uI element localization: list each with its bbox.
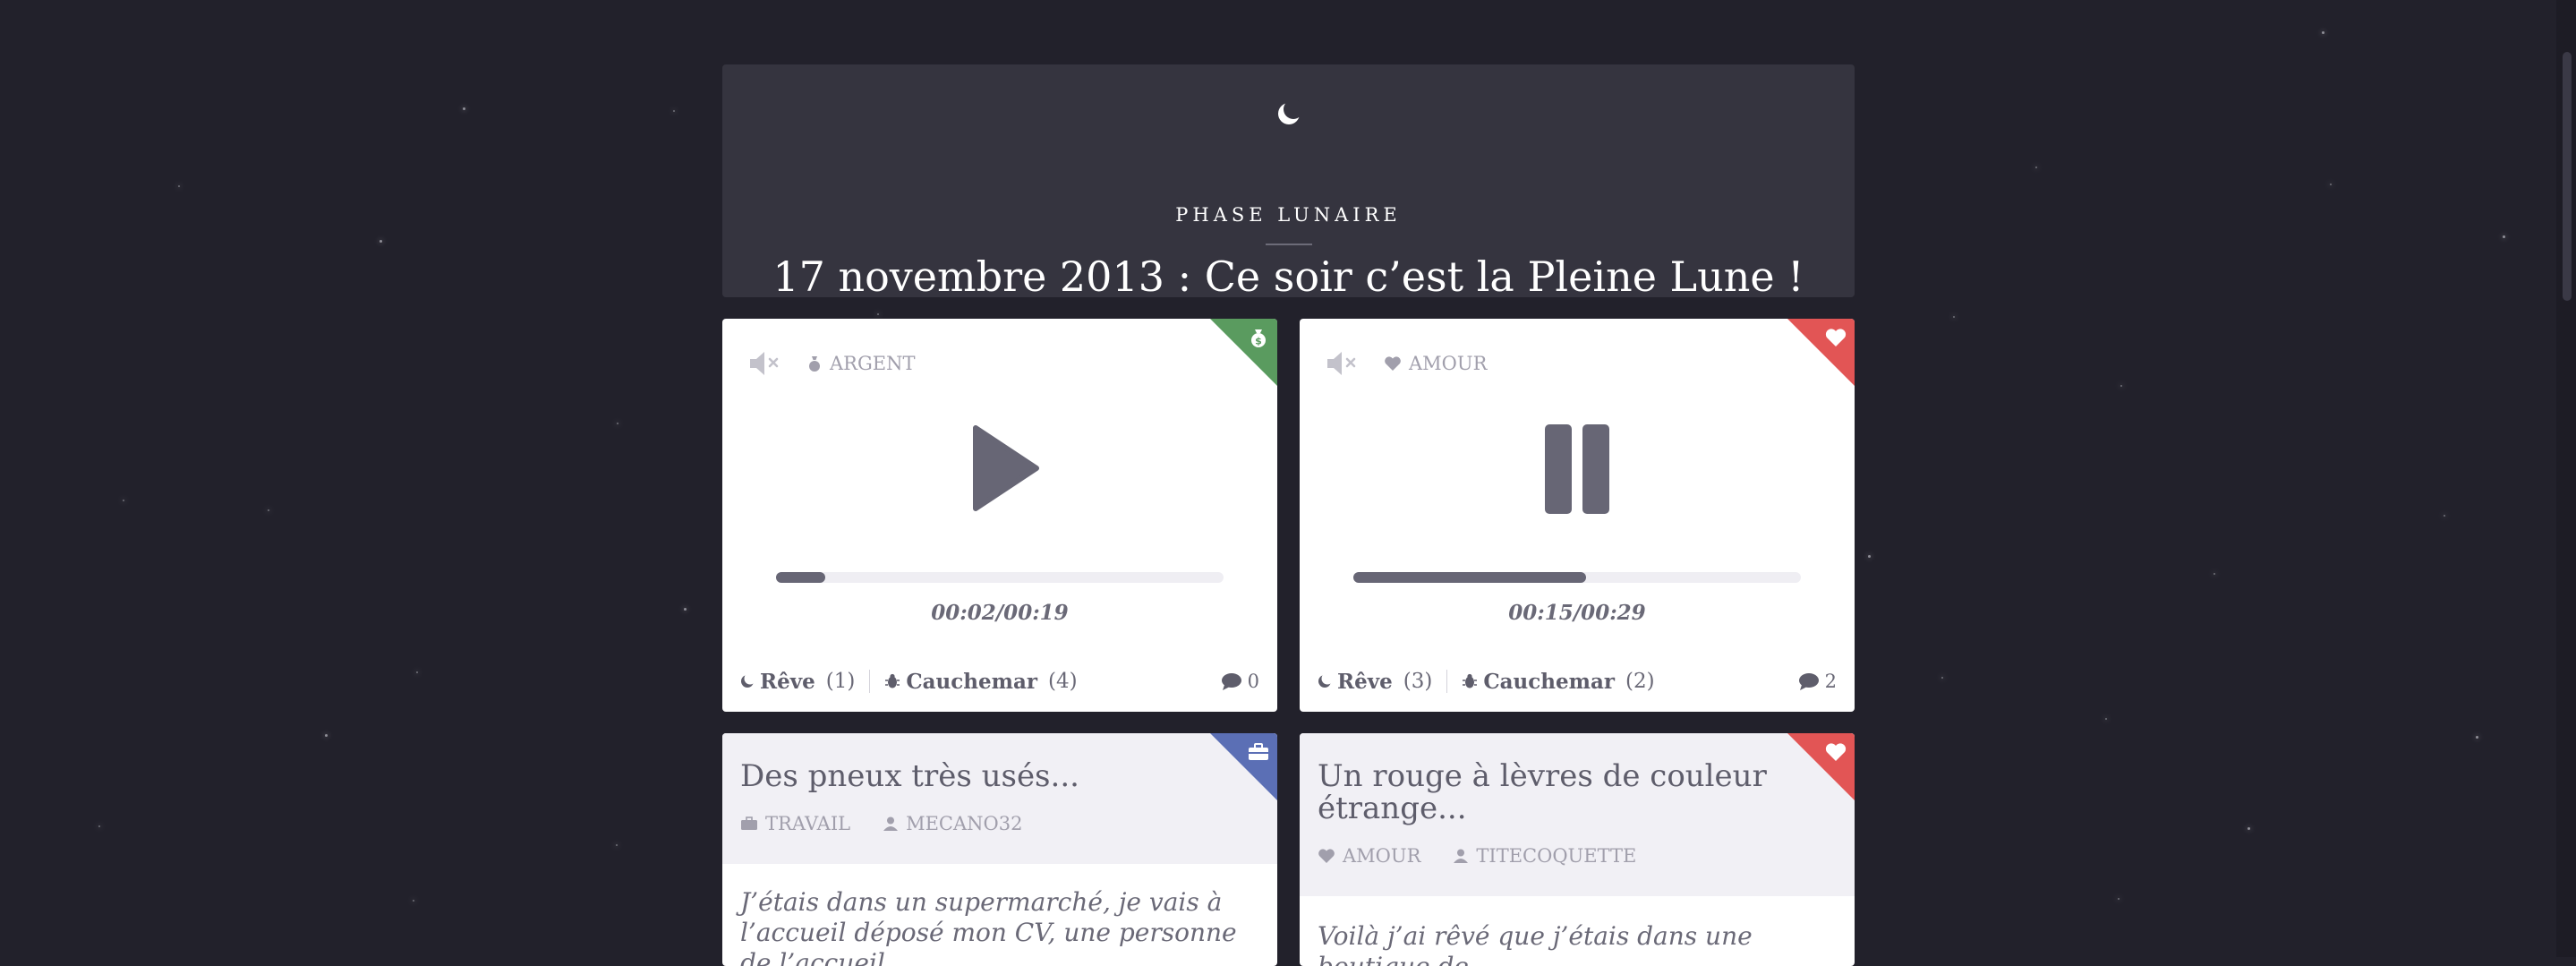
banner-title: 17 novembre 2013 : Ce soir c’est la Plei… — [772, 252, 1804, 301]
audio-progress-fill — [1353, 572, 1586, 583]
comment-bubble-icon — [1221, 673, 1241, 690]
user-icon — [883, 816, 899, 831]
comments-count: 0 — [1247, 671, 1259, 692]
audio-progress-fill — [776, 572, 825, 583]
crescent-moon-icon — [741, 674, 755, 688]
category-label: AMOUR — [1343, 845, 1421, 867]
vote-cauchemar-button[interactable]: Cauchemar (2) — [1462, 669, 1655, 694]
category-tag[interactable]: ARGENT — [806, 353, 915, 374]
scrollbar-thumb[interactable] — [2563, 52, 2572, 301]
audio-dream-card: $ ARGENT 00:02/00:19 Rêve (1) Cauchemar … — [722, 319, 1277, 712]
heart-icon — [1385, 356, 1401, 371]
crescent-moon-icon — [1318, 674, 1332, 688]
vote-reve-count: (1) — [825, 670, 856, 693]
vote-separator — [1446, 670, 1448, 693]
category-tag[interactable]: AMOUR — [1318, 845, 1420, 867]
heart-icon — [1825, 329, 1847, 346]
vote-cauchemar-label: Cauchemar — [906, 669, 1037, 694]
audio-progress-bar[interactable] — [1353, 572, 1801, 583]
mute-icon[interactable] — [747, 349, 783, 378]
heart-icon — [1825, 743, 1847, 761]
story-card[interactable]: Des pneux très usés... TRAVAIL MECANO32 … — [722, 733, 1277, 966]
vote-separator — [869, 670, 871, 693]
comments-link[interactable]: 2 — [1798, 671, 1837, 692]
money-bag-icon — [809, 356, 820, 372]
audio-progress-bar[interactable] — [776, 572, 1224, 583]
story-card[interactable]: Un rouge à lèvres de couleur étrange... … — [1300, 733, 1855, 966]
story-excerpt: Voilà j’ai rêvé que j’étais dans une bou… — [1318, 921, 1753, 966]
category-tag[interactable]: TRAVAIL — [740, 813, 850, 834]
vote-cauchemar-label: Cauchemar — [1483, 669, 1615, 694]
vote-reve-label: Rêve — [1337, 669, 1393, 694]
crescent-moon-icon — [1277, 100, 1302, 124]
category-label: AMOUR — [1409, 353, 1488, 374]
vote-reve-button[interactable]: Rêve (3) — [1318, 670, 1432, 694]
category-label: ARGENT — [830, 353, 916, 374]
user-icon — [1454, 849, 1469, 863]
pause-button[interactable] — [1528, 419, 1626, 517]
banner-kicker: PHASE LUNAIRE — [1175, 204, 1402, 226]
comments-count: 2 — [1824, 671, 1837, 692]
vote-reve-button[interactable]: Rêve (1) — [740, 670, 855, 694]
briefcase-icon — [1249, 743, 1268, 760]
category-corner-badge — [1787, 319, 1855, 386]
author-name: MECANO32 — [906, 813, 1023, 834]
audio-time: 00:02/00:19 — [931, 601, 1069, 625]
play-button[interactable] — [951, 419, 1049, 517]
author-link[interactable]: MECANO32 — [883, 813, 1022, 834]
category-tag[interactable]: AMOUR — [1384, 353, 1487, 374]
category-corner-badge: $ — [1210, 319, 1277, 386]
heart-icon — [1318, 849, 1335, 863]
bug-icon — [1463, 673, 1478, 688]
vote-reve-count: (3) — [1403, 670, 1433, 693]
money-bag-icon: $ — [1251, 329, 1266, 347]
lunar-phase-banner: PHASE LUNAIRE 17 novembre 2013 : Ce soir… — [722, 64, 1855, 301]
audio-time: 00:15/00:29 — [1508, 601, 1646, 625]
vote-cauchemar-button[interactable]: Cauchemar (4) — [884, 669, 1078, 694]
audio-dream-card: AMOUR 00:15/00:29 Rêve (3) Cauchemar (2) — [1300, 319, 1855, 712]
author-link[interactable]: TITECOQUETTE — [1453, 845, 1636, 867]
author-name: TITECOQUETTE — [1476, 845, 1637, 867]
banner-divider — [1265, 244, 1312, 245]
mute-icon[interactable] — [1325, 349, 1361, 378]
vote-cauchemar-count: (2) — [1625, 670, 1655, 693]
story-title[interactable]: Des pneux très usés... — [740, 760, 1197, 792]
vote-cauchemar-count: (4) — [1048, 670, 1078, 693]
comment-bubble-icon — [1798, 673, 1819, 690]
story-excerpt: J’étais dans un supermarché, je vais à l… — [740, 887, 1237, 966]
comments-link[interactable]: 0 — [1221, 671, 1259, 692]
category-label: TRAVAIL — [765, 813, 851, 834]
vote-reve-label: Rêve — [760, 669, 815, 694]
bug-icon — [885, 673, 900, 688]
story-title[interactable]: Un rouge à lèvres de couleur étrange... — [1318, 760, 1774, 825]
svg-text:$: $ — [1255, 336, 1262, 347]
story-header — [722, 733, 1277, 864]
briefcase-icon — [741, 816, 757, 830]
scrollbar[interactable] — [2556, 0, 2576, 957]
